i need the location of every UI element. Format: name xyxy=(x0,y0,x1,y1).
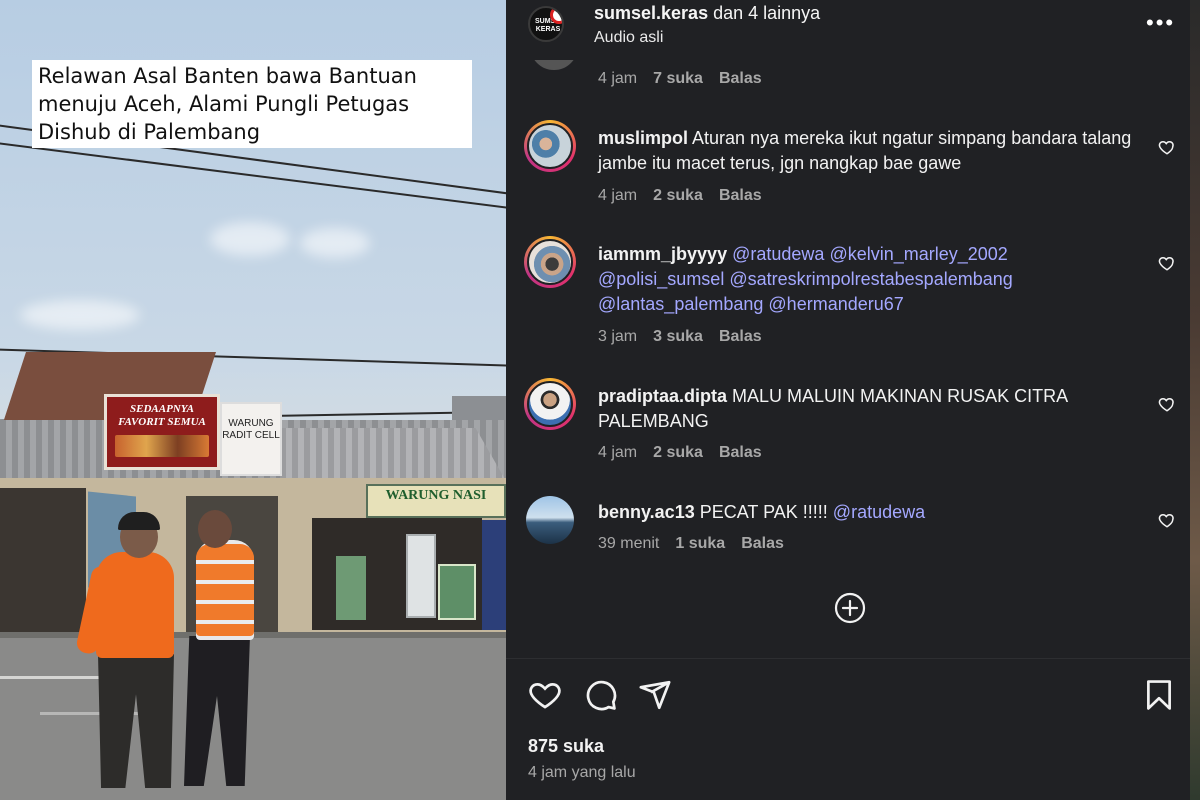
power-line xyxy=(0,140,506,213)
shop-sign-white: WARUNG RADIT CELL xyxy=(220,402,282,476)
action-bar xyxy=(506,670,1190,720)
comment-time: 4 jam xyxy=(598,444,638,461)
avatar-image xyxy=(528,60,580,72)
comment-likes[interactable]: 3 suka xyxy=(653,328,703,346)
likes-count[interactable]: 875 suka xyxy=(528,736,604,757)
divider xyxy=(506,658,1190,659)
food-picture xyxy=(115,435,209,457)
share-icon[interactable] xyxy=(638,678,672,712)
shop-sign-red-text: SEDAAPNYA FAVORIT SEMUA xyxy=(118,403,206,428)
background-edge xyxy=(1190,0,1200,800)
comment-avatar[interactable] xyxy=(524,120,576,172)
heart-icon[interactable] xyxy=(528,678,562,712)
reply-button[interactable]: Balas xyxy=(719,70,762,88)
reel-video[interactable]: SEDAAPNYA FAVORIT SEMUA WARUNG RADIT CEL… xyxy=(0,0,506,800)
mention-link[interactable]: @ratudewa xyxy=(833,502,925,522)
road-marking xyxy=(0,676,100,679)
comment-meta: 3 jam 3 suka Balas xyxy=(598,328,762,346)
comment-username[interactable]: pradiptaa.dipta xyxy=(598,386,727,406)
comment-time: 4 jam xyxy=(598,70,638,87)
reply-button[interactable]: Balas xyxy=(719,444,762,462)
fridge xyxy=(406,534,436,618)
shop-sign-green: WARUNG NASI xyxy=(366,484,506,518)
comment-body: benny.ac13 PECAT PAK !!!!! @ratudewa xyxy=(598,500,1138,525)
comment-meta: 4 jam 2 suka Balas xyxy=(598,187,762,205)
comment-body: iammm_jbyyyy @ratudewa @kelvin_marley_20… xyxy=(598,242,1138,317)
volunteer-person xyxy=(96,552,174,658)
shop-sign-white-text: WARUNG RADIT CELL xyxy=(222,418,280,441)
post-time: 4 jam yang lalu xyxy=(528,764,636,781)
heart-icon[interactable] xyxy=(1158,138,1176,156)
header-others[interactable]: dan 4 lainnya xyxy=(713,3,820,23)
reply-button[interactable]: Balas xyxy=(741,535,784,553)
comment-likes[interactable]: 7 suka xyxy=(653,70,703,88)
heart-icon[interactable] xyxy=(1158,254,1176,272)
road xyxy=(0,638,506,800)
more-horizontal-icon[interactable]: ••• xyxy=(1146,10,1175,36)
comment-time: 39 menit xyxy=(598,535,660,552)
audio-label[interactable]: Audio asli xyxy=(594,29,663,47)
comment-list[interactable]: 4 jam 7 suka Balas muslimpol Aturan nya … xyxy=(506,60,1190,660)
comment-meta: 39 menit 1 suka Balas xyxy=(598,535,784,553)
mention-link[interactable]: @lantas_palembang xyxy=(598,294,763,314)
bookmark-icon[interactable] xyxy=(1142,678,1176,712)
account-avatar[interactable]: SUMSEL KERAS xyxy=(528,6,564,42)
comment-body: pradiptaa.dipta MALU MALUIN MAKINAN RUSA… xyxy=(598,384,1138,434)
comment-icon[interactable] xyxy=(584,678,618,712)
comment-text: PECAT PAK !!!!! xyxy=(699,502,828,522)
avatar-image xyxy=(527,381,573,427)
heart-icon[interactable] xyxy=(1158,511,1176,529)
comment-likes[interactable]: 2 suka xyxy=(653,444,703,462)
safety-vest xyxy=(196,544,254,636)
load-more-comments-icon[interactable] xyxy=(834,592,866,624)
header-username[interactable]: sumsel.keras xyxy=(594,3,708,23)
comment-avatar[interactable] xyxy=(526,496,574,544)
banner xyxy=(438,564,476,620)
mention-link[interactable]: @hermanderu67 xyxy=(768,294,903,314)
banner xyxy=(336,556,366,620)
comment-username[interactable]: iammm_jbyyyy xyxy=(598,244,727,264)
comment-time: 4 jam xyxy=(598,187,638,204)
person-head xyxy=(198,510,232,548)
comment-likes[interactable]: 2 suka xyxy=(653,187,703,205)
post-panel: SUMSEL KERAS sumsel.keras dan 4 lainnya … xyxy=(506,0,1200,800)
cloud xyxy=(20,300,140,330)
avatar-image xyxy=(526,496,574,544)
comment-meta: 4 jam 2 suka Balas xyxy=(598,444,762,462)
mention-link[interactable]: @ratudewa xyxy=(732,244,824,264)
comment-username[interactable]: benny.ac13 xyxy=(598,502,695,522)
mention-link[interactable]: @satreskrimpolrestabespalembang xyxy=(729,269,1012,289)
mention-link[interactable]: @polisi_sumsel xyxy=(598,269,724,289)
avatar-badge xyxy=(550,8,562,24)
comment-avatar[interactable] xyxy=(524,378,576,430)
cloud xyxy=(300,228,370,258)
reply-button[interactable]: Balas xyxy=(719,328,762,346)
heart-icon[interactable] xyxy=(1158,395,1176,413)
comment-avatar[interactable] xyxy=(528,60,580,72)
door xyxy=(482,520,506,630)
comment-time: 3 jam xyxy=(598,328,638,345)
video-caption: Relawan Asal Banten bawa Bantuan menuju … xyxy=(32,60,472,148)
reply-button[interactable]: Balas xyxy=(719,187,762,205)
comment-likes[interactable]: 1 suka xyxy=(675,535,725,553)
comment-username[interactable]: muslimpol xyxy=(598,128,688,148)
shop-sign-red: SEDAAPNYA FAVORIT SEMUA xyxy=(104,394,220,470)
avatar-image xyxy=(527,239,573,285)
avatar-image xyxy=(527,123,573,169)
comment-meta: 4 jam 7 suka Balas xyxy=(598,70,762,88)
header-usernames[interactable]: sumsel.keras dan 4 lainnya xyxy=(594,3,820,24)
shop-front xyxy=(0,488,86,638)
comment-avatar[interactable] xyxy=(524,236,576,288)
post-header: SUMSEL KERAS sumsel.keras dan 4 lainnya … xyxy=(506,0,1190,60)
shop-sign-green-text: WARUNG NASI xyxy=(385,488,487,503)
cap xyxy=(118,512,160,530)
comment-body: muslimpol Aturan nya mereka ikut ngatur … xyxy=(598,126,1138,176)
mention-link[interactable]: @kelvin_marley_2002 xyxy=(829,244,1007,264)
cloud xyxy=(210,222,290,256)
